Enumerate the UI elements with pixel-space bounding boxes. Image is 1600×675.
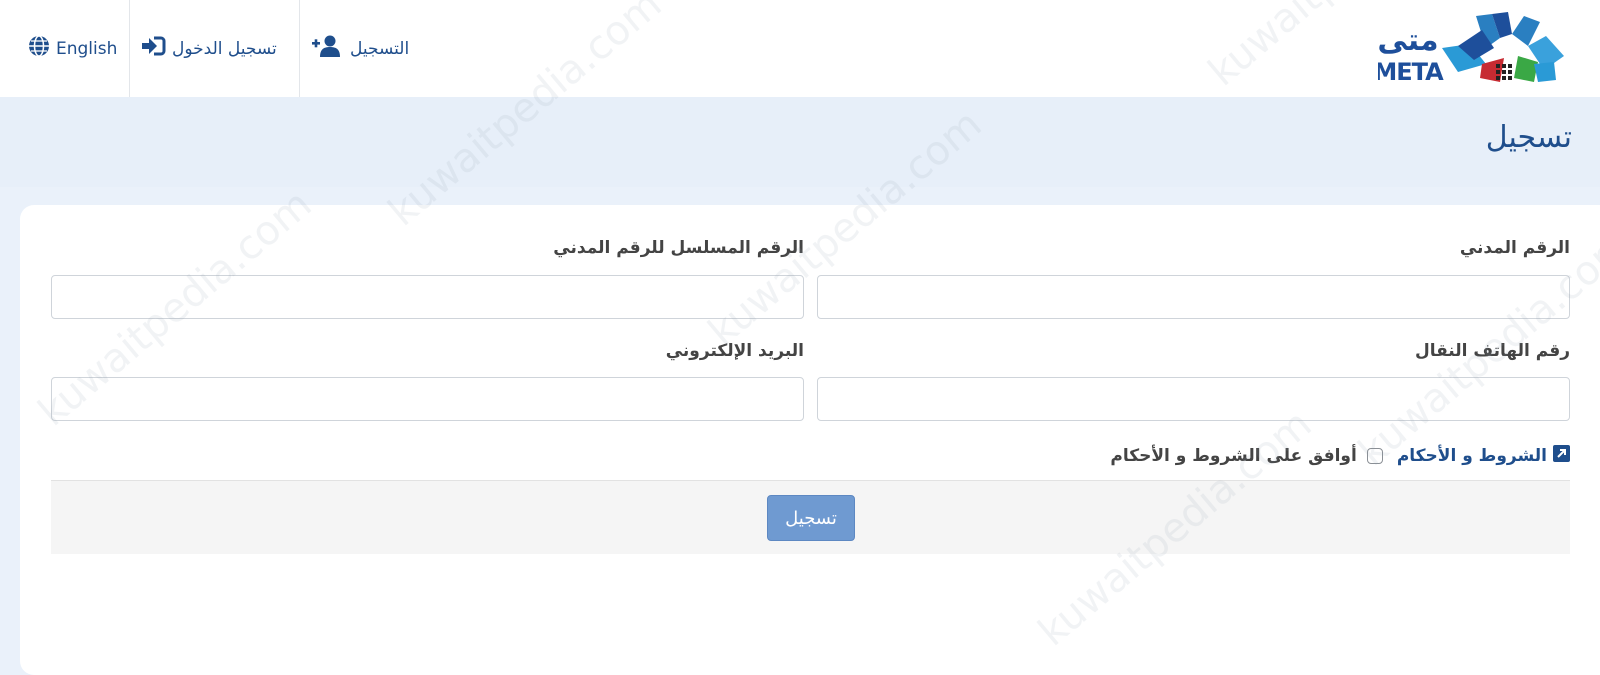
external-link-icon xyxy=(1553,445,1570,467)
civil-id-field[interactable] xyxy=(817,275,1570,319)
terms-row: الشروط و الأحكام أوافق على الشروط و الأح… xyxy=(1110,444,1570,468)
civil-id-serial-field[interactable] xyxy=(51,275,804,319)
sign-in-icon xyxy=(140,35,166,62)
email-field[interactable] xyxy=(51,377,804,421)
terms-link[interactable]: الشروط و الأحكام xyxy=(1397,445,1570,467)
nav-login-link[interactable]: تسجيل الدخول xyxy=(140,0,277,97)
page-title: تسجيل xyxy=(1485,120,1572,155)
meta-logo[interactable]: متى META xyxy=(1373,8,1600,88)
nav-language-switch[interactable]: English xyxy=(28,0,117,97)
register-submit-button[interactable]: تسجيل xyxy=(767,495,855,541)
nav-register-label: التسجيل xyxy=(350,38,410,59)
svg-text:متى: متى xyxy=(1378,23,1439,58)
civil-id-serial-label: الرقم المسلسل للرقم المدني xyxy=(553,238,804,258)
terms-checkbox[interactable] xyxy=(1366,448,1383,464)
svg-text:META: META xyxy=(1378,58,1444,86)
email-label: البريد الإلكتروني xyxy=(665,341,804,361)
nav-register-link[interactable]: التسجيل xyxy=(310,0,409,97)
top-navbar: متى META التسجيل تسجيل الدخول English xyxy=(0,0,1600,98)
civil-id-label: الرقم المدني xyxy=(1459,238,1570,258)
meta-emblem-icon xyxy=(1442,12,1564,82)
terms-link-label: الشروط و الأحكام xyxy=(1396,446,1547,466)
nav-login-label: تسجيل الدخول xyxy=(172,38,277,59)
nav-divider xyxy=(299,0,300,97)
user-plus-icon xyxy=(310,35,344,62)
terms-agree-label: أوافق على الشروط و الأحكام xyxy=(1110,446,1357,466)
nav-language-label: English xyxy=(56,38,118,59)
page-title-band xyxy=(0,97,1600,187)
mobile-label: رقم الهاتف النقال xyxy=(1414,341,1570,361)
globe-icon xyxy=(28,35,50,62)
mobile-field[interactable] xyxy=(817,377,1570,421)
nav-divider xyxy=(129,0,130,97)
